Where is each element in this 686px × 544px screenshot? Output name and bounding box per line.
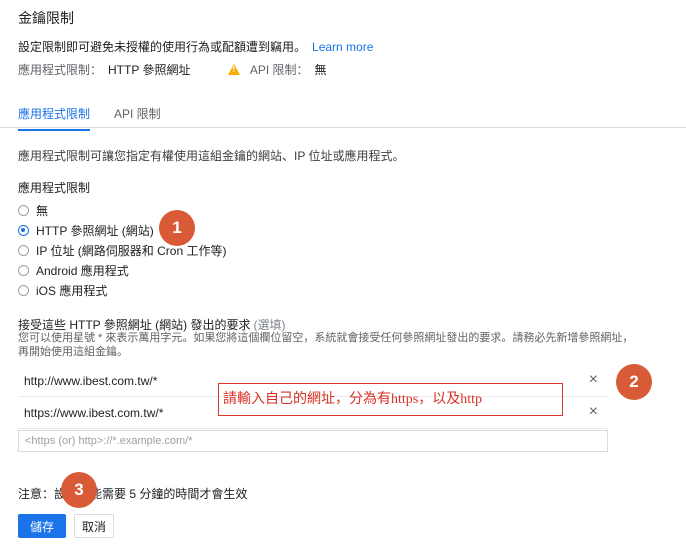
radio-button[interactable] (18, 244, 29, 256)
step-badge-1: 1 (159, 210, 195, 246)
radio-button-selected[interactable] (18, 224, 29, 236)
description-text: 設定限制即可避免未授權的使用行為或配額遭到竊用。 (18, 40, 307, 54)
step-badge-3: 3 (61, 472, 97, 508)
save-button[interactable]: 儲存 (18, 514, 66, 538)
radio-button[interactable] (18, 264, 29, 276)
api-restriction-label: API 限制： (249, 63, 309, 77)
optional-label: (選填) (253, 318, 286, 332)
radio-button[interactable] (18, 204, 29, 216)
referrer-url[interactable]: http://www.ibest.com.tw/* (24, 374, 157, 388)
page-description: 設定限制即可避免未授權的使用行為或配額遭到竊用。 Learn more (18, 38, 373, 55)
annotation-box: 請輸入自己的網址，分為有https，以及http (218, 383, 563, 416)
tab-api-restrictions[interactable]: API 限制 (114, 105, 161, 122)
intro-text: 應用程式限制可讓您指定有權使用這組金鑰的網站、IP 位址或應用程式。 (18, 149, 405, 163)
api-restriction-value: 無 (314, 63, 327, 77)
radio-label: IP 位址 (網路伺服器和 Cron 工作等) (36, 243, 227, 258)
tab-application-restrictions[interactable]: 應用程式限制 (18, 105, 91, 131)
app-restriction-label: 應用程式限制： (18, 63, 103, 77)
radio-option-ios[interactable]: iOS 應用程式 (18, 281, 107, 299)
learn-more-link[interactable]: Learn more (312, 40, 373, 54)
cancel-button[interactable]: 取消 (74, 514, 114, 538)
new-referrer-input[interactable] (18, 430, 608, 452)
remove-referrer-icon[interactable]: × (589, 371, 598, 389)
radio-label: HTTP 參照網址 (網站) (36, 223, 154, 238)
referrers-help-text: 您可以使用星號 * 來表示萬用字元。如果您將這個欄位留空，系統就會接受任何參照網… (18, 332, 634, 358)
radio-option-none[interactable]: 無 (18, 201, 48, 219)
radio-option-ip-address[interactable]: IP 位址 (網路伺服器和 Cron 工作等) (18, 241, 226, 259)
radio-option-http-referrers[interactable]: HTTP 參照網址 (網站) (18, 221, 154, 239)
section-title: 應用程式限制 (18, 181, 91, 195)
radio-button[interactable] (18, 284, 29, 296)
app-restriction-value: HTTP 參照網址 (108, 63, 191, 77)
page-title: 金鑰限制 (18, 10, 74, 26)
radio-label: iOS 應用程式 (36, 283, 108, 298)
restriction-summary: 應用程式限制： HTTP 參照網址 API 限制： 無 (18, 61, 327, 78)
radio-option-android[interactable]: Android 應用程式 (18, 261, 129, 279)
referrers-title-text: 接受這些 HTTP 參照網址 (網站) 發出的要求 (18, 318, 251, 332)
step-badge-2: 2 (616, 364, 652, 400)
note-text: 注意：設定可能需要 5 分鐘的時間才會生效 (18, 487, 248, 501)
radio-label: Android 應用程式 (36, 263, 129, 278)
tab-bar: 應用程式限制 API 限制 (0, 93, 686, 131)
radio-label: 無 (36, 203, 49, 218)
remove-referrer-icon[interactable]: × (589, 403, 598, 421)
referrer-url[interactable]: https://www.ibest.com.tw/* (24, 406, 163, 420)
warning-icon (228, 64, 241, 75)
